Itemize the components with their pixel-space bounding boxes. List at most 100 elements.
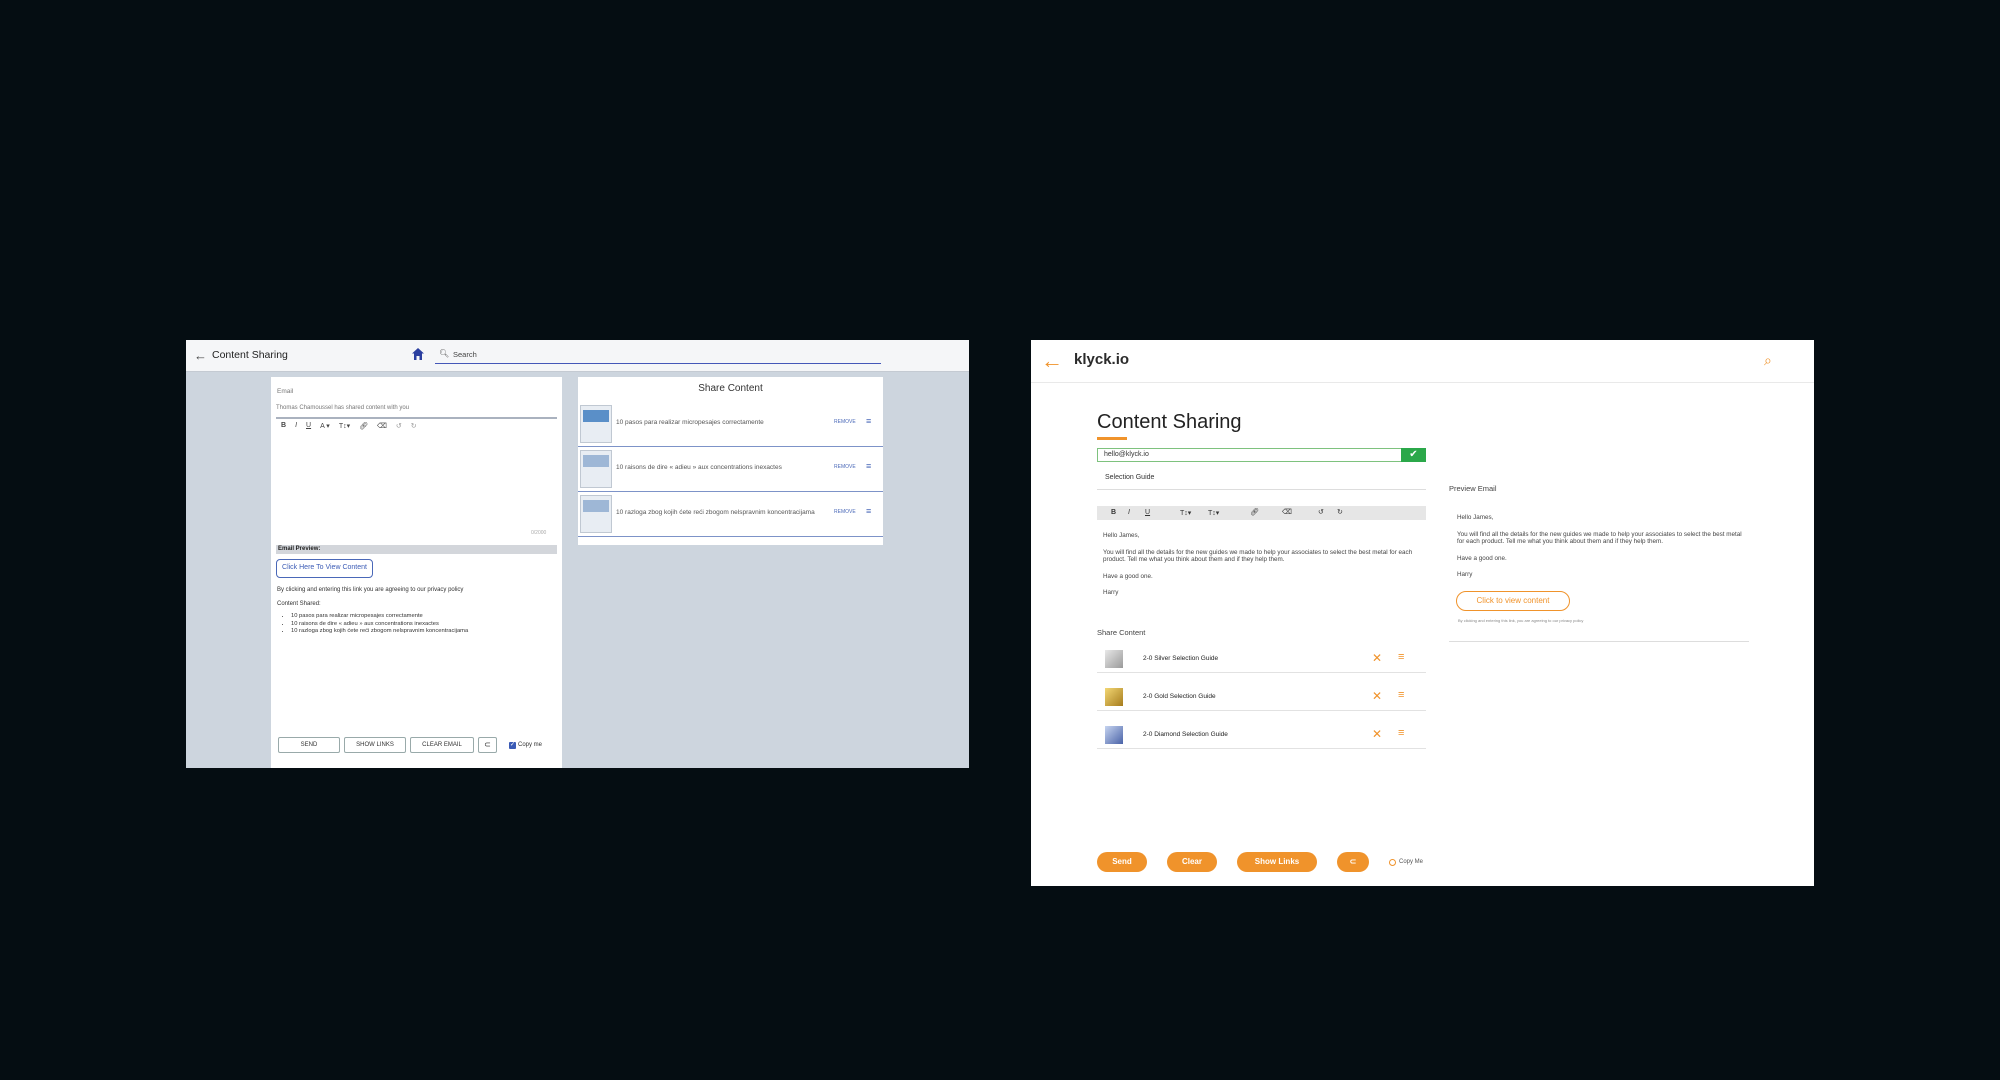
check-icon[interactable]: ✔ bbox=[1401, 448, 1426, 462]
undo-icon[interactable]: ↺ bbox=[1318, 508, 1324, 516]
remove-button[interactable]: REMOVE bbox=[834, 509, 856, 515]
search-icon: 🔍︎ bbox=[439, 349, 450, 358]
email-field-label[interactable]: Email bbox=[277, 388, 293, 395]
preview-paragraph: Have a good one. bbox=[1457, 554, 1507, 562]
checkbox-checked-icon[interactable]: ✓ bbox=[509, 741, 516, 749]
bold-button[interactable]: B bbox=[1111, 509, 1116, 516]
clear-button[interactable]: Clear bbox=[1167, 852, 1217, 872]
search-placeholder: Search bbox=[453, 350, 477, 359]
drag-handle-icon[interactable]: ≡ bbox=[866, 461, 871, 471]
link-icon[interactable]: 🔗︎ bbox=[359, 422, 368, 434]
italic-button[interactable]: I bbox=[295, 422, 297, 434]
email-preview-header: Email Preview: bbox=[276, 545, 557, 554]
underline-button[interactable]: U bbox=[306, 422, 311, 434]
view-content-button[interactable]: Click to view content bbox=[1456, 591, 1570, 611]
close-icon[interactable]: ✕ bbox=[1372, 727, 1382, 741]
close-icon[interactable]: ✕ bbox=[1372, 689, 1382, 703]
share-item: 10 pasos para realizar micropesajes corr… bbox=[578, 402, 883, 447]
share-item: 2-0 Silver Selection Guide ✕ ≡ bbox=[1097, 646, 1426, 673]
document-thumbnail bbox=[580, 450, 612, 488]
show-links-button[interactable]: Show Links bbox=[1237, 852, 1317, 872]
eraser-icon[interactable]: ⌫ bbox=[377, 422, 387, 434]
preview-email-body: Hello James, You will find all the detai… bbox=[1457, 514, 1747, 588]
copy-me-label: Copy Me bbox=[1399, 859, 1424, 865]
preview-paragraph: Harry bbox=[1457, 571, 1473, 578]
copy-me-checkbox[interactable]: ✓ Copy me bbox=[509, 741, 542, 749]
arrow-left-icon[interactable]: ← bbox=[194, 348, 207, 363]
editor-toolbar: B I U T↕▾ T↕▾ 🔗︎ ⌫ ↺ ↻ bbox=[1097, 506, 1426, 520]
logo: klyck.io bbox=[1074, 351, 1130, 368]
preview-paragraph: You will find all the details for the ne… bbox=[1457, 530, 1742, 546]
body-paragraph: You will find all the details for the ne… bbox=[1103, 548, 1413, 564]
font-size-button[interactable]: T↕▾ bbox=[339, 422, 350, 434]
content-shared-list: 10 pasos para realizar micropesajes corr… bbox=[277, 613, 468, 636]
redo-icon[interactable]: ↻ bbox=[411, 422, 417, 434]
clear-email-button[interactable]: CLEAR EMAIL bbox=[410, 737, 474, 753]
title-underline bbox=[1097, 437, 1127, 440]
arrow-left-icon[interactable]: ← bbox=[1041, 348, 1063, 374]
silver-thumbnail bbox=[1105, 650, 1123, 668]
subject-field[interactable]: Selection Guide bbox=[1097, 474, 1426, 490]
email-panel: Email Thomas Chamoussel has shared conte… bbox=[271, 377, 562, 768]
font-size-button[interactable]: T↕▾ bbox=[1180, 509, 1191, 517]
redo-icon[interactable]: ↻ bbox=[1337, 508, 1343, 516]
undo-icon[interactable]: ↺ bbox=[396, 422, 402, 434]
radio-icon[interactable] bbox=[1389, 858, 1396, 866]
send-button[interactable]: Send bbox=[1097, 852, 1147, 872]
share-item: 10 razloga zbog kojih ćete reći zbogom n… bbox=[578, 492, 883, 537]
share-item-title: 2-0 Diamond Selection Guide bbox=[1143, 731, 1228, 738]
email-body-editor[interactable] bbox=[276, 437, 557, 511]
divider bbox=[1449, 641, 1749, 642]
paperclip-icon[interactable]: ⊂ bbox=[478, 737, 497, 753]
eraser-icon[interactable]: ⌫ bbox=[1282, 508, 1292, 516]
line-height-button[interactable]: T↕▾ bbox=[1208, 509, 1219, 517]
email-body-editor[interactable]: Hello James, You will find all the detai… bbox=[1103, 532, 1423, 606]
drag-handle-icon[interactable]: ≡ bbox=[866, 506, 871, 516]
drag-handle-icon[interactable]: ≡ bbox=[1398, 689, 1404, 701]
font-color-button[interactable]: A ▾ bbox=[320, 422, 330, 434]
document-thumbnail bbox=[580, 405, 612, 443]
search-input[interactable]: 🔍︎ Search bbox=[435, 347, 881, 364]
diamond-thumbnail bbox=[1105, 726, 1123, 744]
italic-button[interactable]: I bbox=[1128, 509, 1130, 516]
page-title: Content Sharing bbox=[212, 349, 288, 361]
list-item: 10 razloga zbog kojih ćete reći zbogom n… bbox=[291, 628, 468, 636]
share-item-title: 10 pasos para realizar micropesajes corr… bbox=[616, 419, 764, 426]
share-content-title: Share Content bbox=[1097, 628, 1146, 637]
share-item-title: 10 raisons de dire « adieu » aux concent… bbox=[616, 464, 782, 471]
gold-thumbnail bbox=[1105, 688, 1123, 706]
search-icon[interactable]: ⌕ bbox=[1764, 352, 1772, 369]
drag-handle-icon[interactable]: ≡ bbox=[1398, 727, 1404, 739]
share-item-title: 2-0 Gold Selection Guide bbox=[1143, 693, 1216, 700]
home-icon[interactable] bbox=[411, 347, 425, 361]
bold-button[interactable]: B bbox=[281, 422, 286, 434]
close-icon[interactable]: ✕ bbox=[1372, 651, 1382, 665]
email-field[interactable]: hello@klyck.io bbox=[1097, 448, 1402, 462]
view-content-button[interactable]: Click Here To View Content bbox=[276, 559, 373, 578]
remove-button[interactable]: REMOVE bbox=[834, 464, 856, 470]
body-paragraph: Hello James, bbox=[1103, 532, 1140, 539]
list-item: 10 raisons de dire « adieu » aux concent… bbox=[291, 621, 468, 629]
drag-handle-icon[interactable]: ≡ bbox=[866, 416, 871, 426]
share-item-title: 10 razloga zbog kojih ćete reći zbogom n… bbox=[616, 509, 815, 516]
link-icon[interactable]: 🔗︎ bbox=[1250, 508, 1259, 516]
underline-button[interactable]: U bbox=[1145, 509, 1150, 516]
page-title: Content Sharing bbox=[1097, 411, 1242, 433]
send-button[interactable]: SEND bbox=[278, 737, 340, 753]
privacy-text: By clicking and entering this link you a… bbox=[277, 587, 464, 593]
copy-me-checkbox[interactable]: Copy Me bbox=[1389, 858, 1424, 866]
body-paragraph: Harry bbox=[1103, 589, 1119, 596]
editor-toolbar: B I U A ▾ T↕▾ 🔗︎ ⌫ ↺ ↻ bbox=[276, 422, 562, 434]
subject-field[interactable]: Thomas Chamoussel has shared content wit… bbox=[276, 405, 557, 419]
preview-email-label: Preview Email bbox=[1449, 484, 1497, 493]
show-links-button[interactable]: SHOW LINKS bbox=[344, 737, 406, 753]
app-header: ← Content Sharing 🔍︎ Search bbox=[186, 340, 969, 372]
character-count: 0/2000 bbox=[531, 530, 547, 536]
preview-paragraph: Hello James, bbox=[1457, 514, 1494, 521]
share-item: 2-0 Gold Selection Guide ✕ ≡ bbox=[1097, 684, 1426, 711]
content-shared-title: Content Shared: bbox=[277, 601, 321, 607]
share-item: 10 raisons de dire « adieu » aux concent… bbox=[578, 447, 883, 492]
drag-handle-icon[interactable]: ≡ bbox=[1398, 651, 1404, 663]
remove-button[interactable]: REMOVE bbox=[834, 419, 856, 425]
paperclip-icon[interactable]: ⊂ bbox=[1337, 852, 1369, 872]
